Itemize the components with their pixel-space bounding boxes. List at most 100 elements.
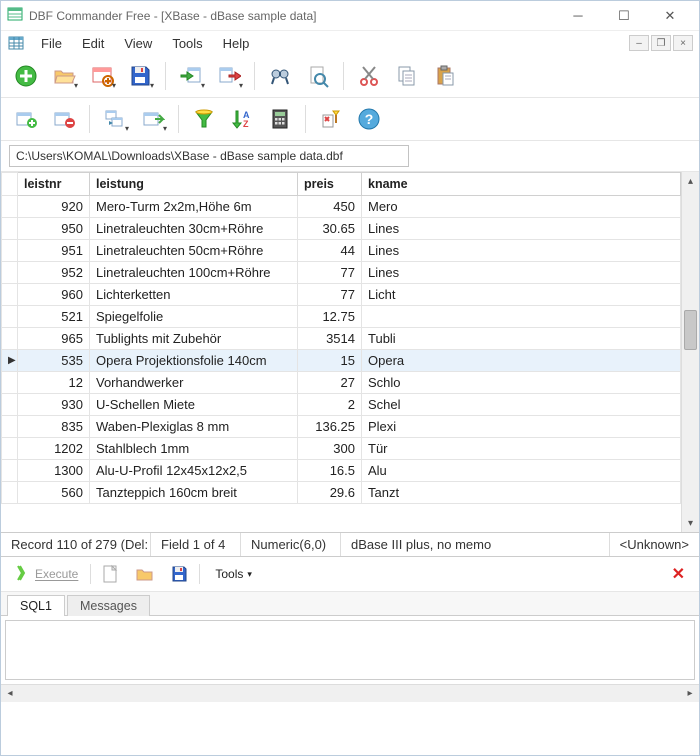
cell-kname[interactable]: Lines: [362, 240, 681, 262]
help-button[interactable]: ?: [352, 102, 386, 136]
cell-preis[interactable]: 77: [298, 284, 362, 306]
execute-button[interactable]: Execute: [9, 562, 84, 586]
cell-leistung[interactable]: Tublights mit Zubehör: [90, 328, 298, 350]
table-row[interactable]: 521Spiegelfolie12.75: [2, 306, 681, 328]
mdi-restore-button[interactable]: ❐: [651, 35, 671, 51]
mdi-minimize-button[interactable]: –: [629, 35, 649, 51]
scroll-down-arrow[interactable]: ▾: [682, 514, 699, 532]
table-row[interactable]: 960Lichterketten77Licht: [2, 284, 681, 306]
cell-kname[interactable]: Schlo: [362, 372, 681, 394]
cell-preis[interactable]: 16.5: [298, 460, 362, 482]
cell-kname[interactable]: Mero: [362, 196, 681, 218]
vertical-scrollbar[interactable]: ▴ ▾: [681, 172, 699, 532]
import-button[interactable]: [174, 59, 208, 93]
cell-leistnr[interactable]: 1300: [18, 460, 90, 482]
menu-help[interactable]: Help: [213, 33, 260, 54]
col-leistnr[interactable]: leistnr: [18, 173, 90, 196]
cell-leistnr[interactable]: 521: [18, 306, 90, 328]
table-row[interactable]: 12Vorhandwerker27Schlo: [2, 372, 681, 394]
cell-leistnr[interactable]: 560: [18, 482, 90, 504]
cell-leistung[interactable]: Linetraleuchten 50cm+Röhre: [90, 240, 298, 262]
file-path-box[interactable]: C:\Users\KOMAL\Downloads\XBase - dBase s…: [9, 145, 409, 167]
table-row[interactable]: 1202Stahlblech 1mm300Tür: [2, 438, 681, 460]
table-row[interactable]: 920Mero-Turm 2x2m,Höhe 6m450Mero: [2, 196, 681, 218]
open-button[interactable]: [47, 59, 81, 93]
cell-preis[interactable]: 136.25: [298, 416, 362, 438]
table-row[interactable]: 952Linetraleuchten 100cm+Röhre77Lines: [2, 262, 681, 284]
save-button[interactable]: [123, 59, 157, 93]
menu-view[interactable]: View: [114, 33, 162, 54]
maximize-button[interactable]: ☐: [601, 1, 647, 31]
cell-leistung[interactable]: Waben-Plexiglas 8 mm: [90, 416, 298, 438]
cell-preis[interactable]: 29.6: [298, 482, 362, 504]
paste-button[interactable]: [428, 59, 462, 93]
cell-kname[interactable]: Alu: [362, 460, 681, 482]
delete-record-button[interactable]: [47, 102, 81, 136]
menu-file[interactable]: File: [31, 33, 72, 54]
filter-button[interactable]: [187, 102, 221, 136]
find-button[interactable]: [263, 59, 297, 93]
header-row[interactable]: leistnr leistung preis kname: [2, 173, 681, 196]
sort-button[interactable]: AZ: [225, 102, 259, 136]
cell-leistung[interactable]: Linetraleuchten 30cm+Röhre: [90, 218, 298, 240]
col-preis[interactable]: preis: [298, 173, 362, 196]
export-button[interactable]: [212, 59, 246, 93]
sql-new-button[interactable]: [97, 561, 125, 587]
go-button[interactable]: [136, 102, 170, 136]
options-button[interactable]: [314, 102, 348, 136]
close-button[interactable]: ✕: [647, 1, 693, 31]
cell-leistung[interactable]: Tanzteppich 160cm breit: [90, 482, 298, 504]
scroll-thumb[interactable]: [684, 310, 697, 350]
table-row[interactable]: 965Tublights mit Zubehör3514Tubli: [2, 328, 681, 350]
cell-leistnr[interactable]: 951: [18, 240, 90, 262]
structure-button[interactable]: [85, 59, 119, 93]
cell-preis[interactable]: 30.65: [298, 218, 362, 240]
menu-tools[interactable]: Tools: [162, 33, 212, 54]
sql-save-button[interactable]: [165, 561, 193, 587]
table-row[interactable]: 835Waben-Plexiglas 8 mm136.25Plexi: [2, 416, 681, 438]
table-row[interactable]: 950Linetraleuchten 30cm+Röhre30.65Lines: [2, 218, 681, 240]
col-leistung[interactable]: leistung: [90, 173, 298, 196]
cell-kname[interactable]: Plexi: [362, 416, 681, 438]
cell-preis[interactable]: 44: [298, 240, 362, 262]
cell-leistnr[interactable]: 965: [18, 328, 90, 350]
cell-preis[interactable]: 12.75: [298, 306, 362, 328]
sql-open-button[interactable]: [131, 561, 159, 587]
cell-kname[interactable]: Lines: [362, 262, 681, 284]
new-button[interactable]: [9, 59, 43, 93]
cell-preis[interactable]: 77: [298, 262, 362, 284]
cell-leistnr[interactable]: 950: [18, 218, 90, 240]
scroll-right-arrow[interactable]: ▸: [681, 685, 699, 702]
cell-kname[interactable]: Licht: [362, 284, 681, 306]
scroll-left-arrow[interactable]: ◂: [1, 685, 19, 702]
table-row[interactable]: 1300Alu-U-Profil 12x45x12x2,516.5Alu: [2, 460, 681, 482]
cell-leistung[interactable]: Stahlblech 1mm: [90, 438, 298, 460]
horizontal-scrollbar[interactable]: ◂ ▸: [1, 684, 699, 702]
cell-leistung[interactable]: Alu-U-Profil 12x45x12x2,5: [90, 460, 298, 482]
table-row[interactable]: 930U-Schellen Miete2Schel: [2, 394, 681, 416]
cell-preis[interactable]: 27: [298, 372, 362, 394]
cell-preis[interactable]: 2: [298, 394, 362, 416]
cell-leistung[interactable]: U-Schellen Miete: [90, 394, 298, 416]
cell-kname[interactable]: Tubli: [362, 328, 681, 350]
duplicate-button[interactable]: [98, 102, 132, 136]
cell-leistung[interactable]: Spiegelfolie: [90, 306, 298, 328]
table-row[interactable]: 951Linetraleuchten 50cm+Röhre44Lines: [2, 240, 681, 262]
cell-kname[interactable]: Lines: [362, 218, 681, 240]
insert-record-button[interactable]: [9, 102, 43, 136]
cut-button[interactable]: [352, 59, 386, 93]
cell-leistnr[interactable]: 835: [18, 416, 90, 438]
preview-button[interactable]: [301, 59, 335, 93]
hscroll-track[interactable]: [19, 685, 681, 702]
cell-leistung[interactable]: Mero-Turm 2x2m,Höhe 6m: [90, 196, 298, 218]
data-grid[interactable]: leistnr leistung preis kname 920Mero-Tur…: [1, 172, 681, 532]
cell-kname[interactable]: [362, 306, 681, 328]
cell-kname[interactable]: Opera: [362, 350, 681, 372]
minimize-button[interactable]: ─: [555, 1, 601, 31]
cell-leistnr[interactable]: 960: [18, 284, 90, 306]
cell-leistung[interactable]: Linetraleuchten 100cm+Röhre: [90, 262, 298, 284]
cell-leistung[interactable]: Vorhandwerker: [90, 372, 298, 394]
cell-leistung[interactable]: Lichterketten: [90, 284, 298, 306]
cell-kname[interactable]: Schel: [362, 394, 681, 416]
table-row[interactable]: 560Tanzteppich 160cm breit29.6Tanzt: [2, 482, 681, 504]
